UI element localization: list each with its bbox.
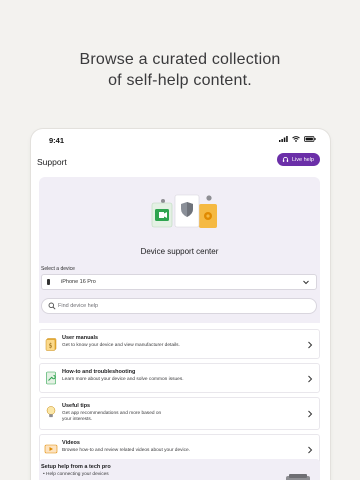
device-support-hero: Device support center Select a device iP… xyxy=(39,177,320,323)
status-bar: 9:41 xyxy=(31,129,330,151)
search-icon xyxy=(48,302,56,310)
chevron-down-icon xyxy=(303,280,309,285)
device-screen: 9:41 Support Live help Device support ce… xyxy=(31,129,330,480)
setup-bullet: • Help connecting your devices xyxy=(43,472,109,477)
list-item-title: How-to and troubleshooting xyxy=(62,369,136,375)
headset-icon xyxy=(282,156,289,162)
search-input[interactable] xyxy=(58,301,298,311)
list-item-title: Useful tips xyxy=(62,403,91,409)
status-time: 9:41 xyxy=(49,136,65,145)
list-item-description: Get app recommendations and more based o… xyxy=(62,411,162,422)
support-documents-illustration xyxy=(151,194,217,228)
app-bar: Support Live help xyxy=(31,151,330,179)
chevron-right-icon xyxy=(308,410,313,418)
chevron-right-icon xyxy=(308,446,313,454)
select-device-label: Select a device xyxy=(41,266,75,272)
tech-pro-illustration xyxy=(286,474,310,480)
setup-title: Setup help from a tech pro xyxy=(41,464,111,470)
live-help-button[interactable]: Live help xyxy=(276,153,320,166)
list-item-user-manuals[interactable]: $ User manuals Get to know your device a… xyxy=(39,329,320,359)
list-item-title: User manuals xyxy=(62,335,99,341)
chevron-right-icon xyxy=(308,375,313,383)
page-title: Support xyxy=(37,157,67,167)
list-item-how-to[interactable]: How-to and troubleshooting Learn more ab… xyxy=(39,363,320,393)
headline-line-2: of self-help content. xyxy=(108,72,252,89)
device-select[interactable]: iPhone 16 Pro xyxy=(41,274,317,290)
help-topics-list: $ User manuals Get to know your device a… xyxy=(39,329,320,468)
lightbulb-icon xyxy=(46,406,56,418)
list-item-useful-tips[interactable]: Useful tips Get app recommendations and … xyxy=(39,397,320,430)
headline-line-1: Browse a curated collection xyxy=(79,51,281,68)
list-item-description: Learn more about your device and solve c… xyxy=(62,377,184,382)
list-item-title: Videos xyxy=(62,440,80,446)
list-item-description: Get to know your device and view manufac… xyxy=(62,343,180,348)
device-help-search[interactable] xyxy=(41,298,317,314)
phone-icon xyxy=(47,279,50,285)
chevron-right-icon xyxy=(308,341,313,349)
live-help-label: Live help xyxy=(291,156,314,163)
signal-icon xyxy=(279,136,288,142)
svg-text:$: $ xyxy=(49,343,53,350)
list-item-description: Browse how-to and review related videos … xyxy=(62,448,190,453)
selected-device: iPhone 16 Pro xyxy=(61,279,96,285)
wifi-icon xyxy=(292,136,300,142)
tech-pro-setup-card[interactable]: Setup help from a tech pro • Help connec… xyxy=(39,459,320,480)
battery-icon xyxy=(304,136,316,142)
hero-title: Device support center xyxy=(140,247,219,256)
video-icon xyxy=(44,444,58,454)
status-icons xyxy=(279,136,316,142)
marketing-headline: Browse a curated collection of self-help… xyxy=(0,49,360,91)
book-icon: $ xyxy=(45,338,57,351)
wrench-document-icon xyxy=(46,371,56,385)
